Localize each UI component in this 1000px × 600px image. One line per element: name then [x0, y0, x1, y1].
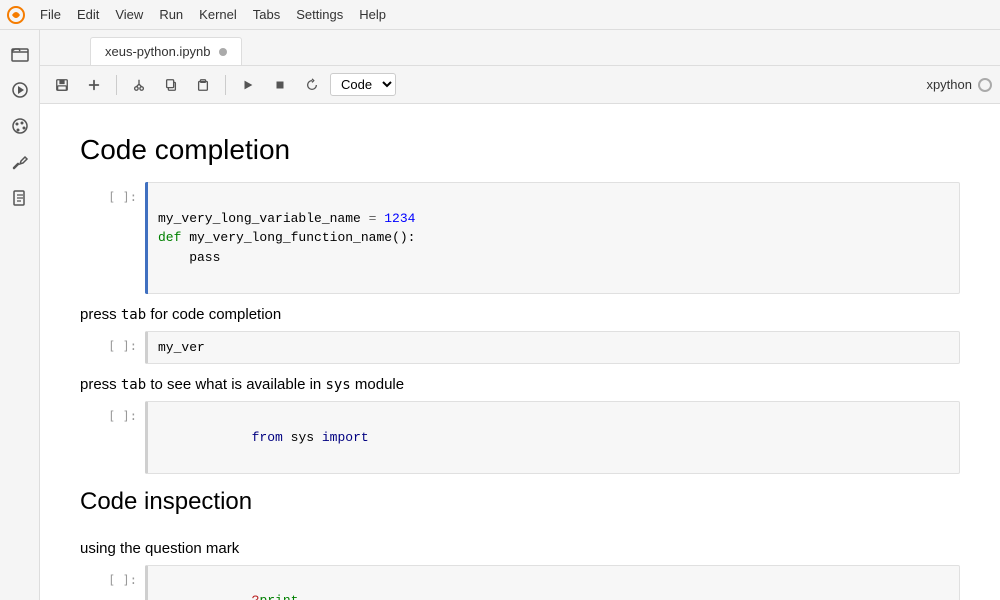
sidebar — [0, 30, 40, 600]
menu-settings[interactable]: Settings — [288, 5, 351, 24]
sidebar-icon-tools[interactable] — [4, 146, 36, 178]
cell3-sys: sys — [283, 430, 322, 445]
sidebar-icon-folder[interactable] — [4, 38, 36, 70]
menu-help[interactable]: Help — [351, 5, 394, 24]
kernel-area: xpython — [926, 77, 992, 92]
text1-after: for code completion — [146, 306, 281, 323]
text2-sys: sys — [325, 377, 350, 393]
tab-modified-dot — [219, 48, 227, 56]
kernel-status-indicator — [978, 78, 992, 92]
menu-run[interactable]: Run — [151, 5, 191, 24]
app-logo — [4, 3, 28, 27]
sidebar-icon-palette[interactable] — [4, 110, 36, 142]
cell-1-wrapper: [ ]: my_very_long_variable_name = 1234 d… — [80, 182, 960, 294]
cell3-from: from — [252, 430, 283, 445]
cell4-fn: print — [259, 593, 298, 600]
cell1-pass: pass — [158, 250, 220, 265]
text-tab-completion: press tab for code completion — [80, 298, 960, 331]
notebook-tab[interactable]: xeus-python.ipynb — [90, 37, 242, 65]
menubar: File Edit View Run Kernel Tabs Settings … — [0, 0, 1000, 30]
cell1-var: my_very_long_variable_name — [158, 211, 361, 226]
code-completion-heading: Code completion — [80, 124, 960, 182]
cell-4-prompt: [ ]: — [80, 565, 145, 587]
cell1-paren: (): — [392, 230, 415, 245]
cell2-code: my_ver — [158, 340, 205, 355]
cell-2-wrapper: [ ]: my_ver — [80, 331, 960, 365]
add-cell-button[interactable] — [80, 71, 108, 99]
cell-4-input[interactable]: ?print — [145, 565, 960, 600]
menu-kernel[interactable]: Kernel — [191, 5, 245, 24]
cell-3-wrapper: [ ]: from sys import — [80, 401, 960, 474]
text-question-mark: using the question mark — [80, 532, 960, 565]
kernel-name-label: xpython — [926, 77, 972, 92]
text1-tab: tab — [121, 307, 146, 323]
text-sys-module: press tab to see what is available in sy… — [80, 368, 960, 401]
cell-2-input[interactable]: my_ver — [145, 331, 960, 365]
text2-middle: to see what is available in — [146, 376, 325, 393]
cell-1-input[interactable]: my_very_long_variable_name = 1234 def my… — [145, 182, 960, 294]
code-inspection-heading: Code inspection — [80, 478, 960, 532]
cut-button[interactable] — [125, 71, 153, 99]
text2-tab: tab — [121, 377, 146, 393]
cell1-fn: my_very_long_function_name — [189, 230, 392, 245]
run-button[interactable] — [234, 71, 262, 99]
cell1-eq: = — [361, 211, 384, 226]
menu-tabs[interactable]: Tabs — [245, 5, 288, 24]
paste-button[interactable] — [189, 71, 217, 99]
text1-before: press — [80, 306, 121, 323]
cell-2-prompt: [ ]: — [80, 331, 145, 353]
tab-title: xeus-python.ipynb — [105, 44, 211, 59]
toolbar: Code xpython — [40, 66, 1000, 104]
cell-1-prompt: [ ]: — [80, 182, 145, 204]
save-button[interactable] — [48, 71, 76, 99]
cell1-num: 1234 — [384, 211, 415, 226]
menu-file[interactable]: File — [32, 5, 69, 24]
cell-3-input[interactable]: from sys import — [145, 401, 960, 474]
text2-after: module — [351, 376, 404, 393]
cell-type-select[interactable]: Code — [330, 73, 396, 96]
notebook-content: Code completion [ ]: my_very_long_variab… — [40, 104, 1000, 600]
copy-button[interactable] — [157, 71, 185, 99]
sidebar-icon-run[interactable] — [4, 74, 36, 106]
stop-button[interactable] — [266, 71, 294, 99]
cell-3-prompt: [ ]: — [80, 401, 145, 423]
restart-button[interactable] — [298, 71, 326, 99]
text2-before: press — [80, 376, 121, 393]
menu-edit[interactable]: Edit — [69, 5, 107, 24]
menu-view[interactable]: View — [107, 5, 151, 24]
cell3-import: import — [322, 430, 369, 445]
toolbar-separator-1 — [116, 75, 117, 95]
toolbar-separator-2 — [225, 75, 226, 95]
tab-bar: xeus-python.ipynb — [40, 30, 1000, 66]
app-layout: xeus-python.ipynb — [0, 30, 1000, 600]
sidebar-icon-files[interactable] — [4, 182, 36, 214]
cell1-def: def — [158, 230, 189, 245]
cell-4-wrapper: [ ]: ?print — [80, 565, 960, 600]
